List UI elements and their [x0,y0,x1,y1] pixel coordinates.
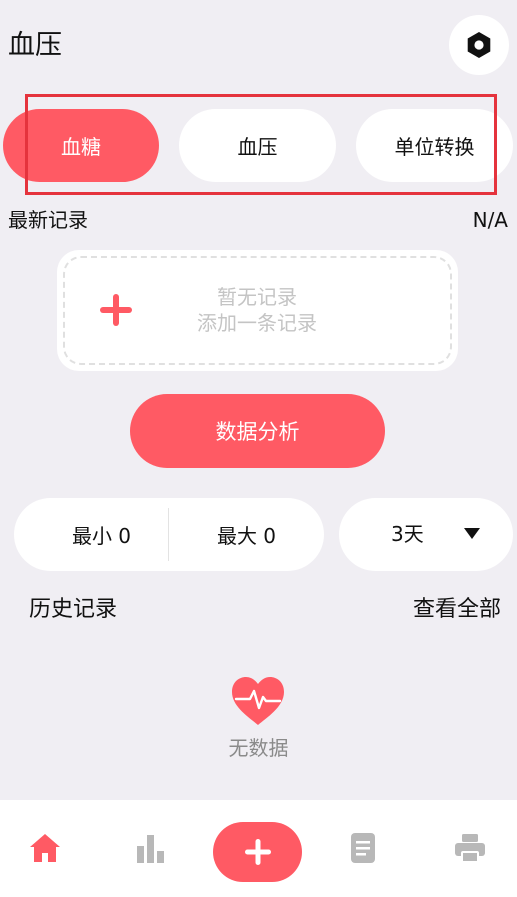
add-record-card[interactable]: 暂无记录 添加一条记录 [57,250,458,371]
nav-records[interactable] [343,828,383,868]
settings-button[interactable] [449,15,509,75]
heart-pulse-icon [232,677,284,725]
no-data-text: 无数据 [228,736,289,760]
max-value: 最大 0 [216,524,277,548]
tab-blood-sugar[interactable]: 血糖 [3,109,159,182]
latest-record-label: 最新记录 [8,208,88,232]
range-selected-value: 3天 [391,522,424,546]
settings-icon [467,32,491,58]
view-all-link[interactable]: 查看全部 [413,594,501,626]
printer-icon [455,834,485,863]
divider [168,508,169,561]
page-title: 血压 [8,30,62,61]
tab-blood-pressure[interactable]: 血压 [179,109,336,182]
bar-chart-icon [137,835,164,863]
home-icon [30,834,60,862]
min-value: 最小 0 [71,524,132,548]
history-label: 历史记录 [29,597,118,622]
empty-line-1: 暂无记录 [217,285,297,309]
nav-home[interactable] [25,828,65,868]
plus-icon [244,839,271,865]
empty-record-text: 暂无记录 添加一条记录 [177,284,337,336]
min-max-card: 最小 0 最大 0 [14,498,324,571]
tab-unit-conversion[interactable]: 单位转换 [356,109,513,182]
range-dropdown[interactable]: 3天 [339,498,513,571]
add-icon [100,294,132,326]
nav-add-button[interactable] [213,822,302,882]
empty-line-2: 添加一条记录 [197,311,317,335]
caret-down-icon [464,528,480,539]
nav-statistics[interactable] [131,828,171,868]
latest-record-value: N/A [472,208,508,232]
document-icon [351,833,375,863]
nav-print[interactable] [450,828,490,868]
data-analysis-button[interactable]: 数据分析 [130,394,385,468]
bottom-navigation [0,800,517,897]
